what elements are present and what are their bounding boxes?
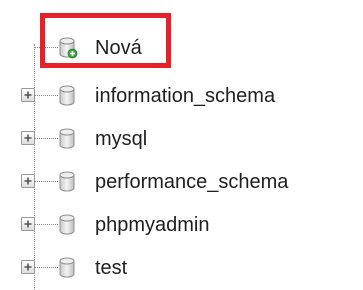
database-icon: [58, 257, 78, 279]
plus-icon[interactable]: [21, 174, 35, 188]
tree-connector: [34, 267, 58, 268]
database-label[interactable]: test: [95, 256, 127, 280]
tree-item-performance-schema[interactable]: performance_schema: [0, 167, 363, 197]
database-label[interactable]: performance_schema: [95, 170, 288, 194]
tree-item-information-schema[interactable]: information_schema: [0, 81, 363, 111]
plus-icon[interactable]: [21, 88, 35, 102]
database-icon: [58, 128, 78, 150]
database-label[interactable]: information_schema: [95, 84, 275, 108]
database-icon: [58, 171, 78, 193]
database-label[interactable]: phpmyadmin: [95, 213, 210, 237]
tree-connector: [34, 181, 58, 182]
tree-item-new[interactable]: Nová: [0, 33, 363, 63]
database-add-icon: [58, 37, 78, 59]
tree-connector: [34, 224, 58, 225]
tree-item-mysql[interactable]: mysql: [0, 124, 363, 154]
database-label[interactable]: mysql: [95, 127, 147, 151]
tree-connector: [34, 95, 58, 96]
plus-icon[interactable]: [21, 131, 35, 145]
tree-item-test[interactable]: test: [0, 253, 363, 283]
database-icon: [58, 214, 78, 236]
plus-icon[interactable]: [21, 260, 35, 274]
database-tree: Nová information_schema mysql performanc…: [0, 0, 363, 290]
new-database-link[interactable]: Nová: [95, 36, 142, 60]
database-icon: [58, 85, 78, 107]
tree-item-phpmyadmin[interactable]: phpmyadmin: [0, 210, 363, 240]
tree-connector: [34, 47, 58, 48]
tree-connector: [34, 138, 58, 139]
plus-icon[interactable]: [21, 217, 35, 231]
